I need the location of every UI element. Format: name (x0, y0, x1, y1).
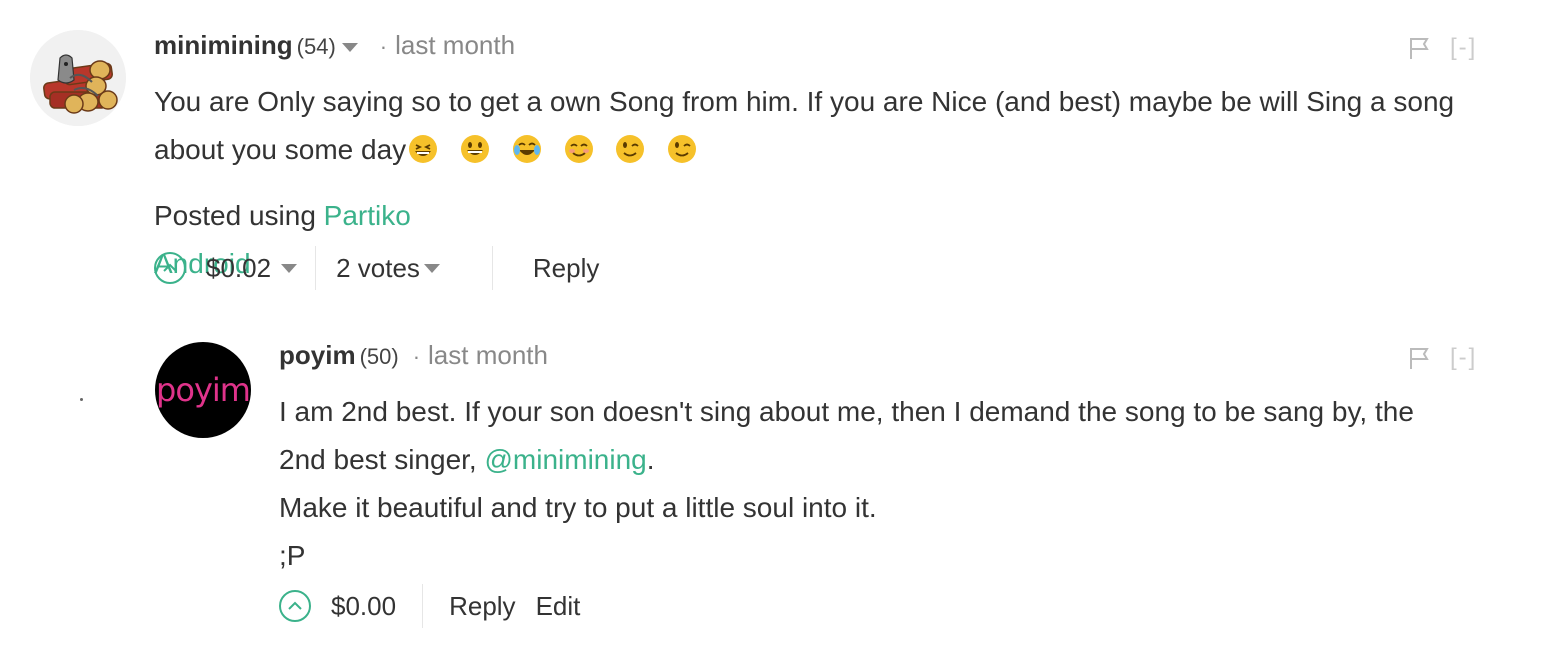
comment-line: 2nd best singer, @minimining. (279, 436, 1529, 484)
smiling-face-icon (564, 135, 593, 163)
winking-face-icon (668, 135, 697, 163)
avatar-poyim[interactable]: poyim (155, 342, 251, 438)
chevron-up-icon (163, 263, 177, 272)
comment-body: You are Only saying so to get a own Song… (154, 78, 1484, 174)
comment-footer: $0.00 Reply Edit (279, 584, 580, 628)
author-reputation: (54) (296, 34, 336, 59)
flag-icon[interactable] (1408, 346, 1430, 370)
emoji-row (408, 126, 697, 174)
comment-line: I am 2nd best. If your son doesn't sing … (279, 396, 1414, 427)
mention-link[interactable]: @minimining (484, 444, 646, 475)
separator-dot: · (379, 34, 388, 60)
avatar-logo-text: poyim (156, 371, 251, 409)
reply-button[interactable]: Reply (533, 253, 599, 284)
comment-footer: $0.02 2 votes Reply (154, 246, 599, 290)
winking-face-icon (616, 135, 645, 163)
comment-text: You are Only saying so to get a own Song… (154, 86, 1455, 165)
comment-line: ;P (279, 540, 306, 571)
grinning-squinting-face-icon (409, 135, 438, 163)
upvote-button[interactable] (154, 252, 186, 284)
edit-button[interactable]: Edit (536, 591, 581, 622)
payout-value[interactable]: $0.02 (206, 253, 271, 284)
author-reputation: (50) (359, 344, 399, 369)
comment-header: poyim (50) · last month (279, 340, 548, 371)
dynamite-logs-icon (30, 30, 126, 126)
divider (422, 584, 424, 628)
author-name[interactable]: minimining (154, 30, 293, 60)
comment-text: . (646, 444, 655, 475)
comment-text: 2nd best singer, (279, 444, 485, 475)
flag-icon[interactable] (1408, 36, 1430, 60)
chevron-down-icon[interactable] (423, 263, 440, 273)
chevron-down-icon[interactable] (341, 42, 358, 52)
chevron-up-icon (288, 601, 302, 610)
posted-using-label: Posted using (154, 200, 324, 231)
author-name[interactable]: poyim (279, 340, 356, 370)
separator-dot: · (412, 344, 421, 370)
collapse-toggle[interactable]: [-] (1450, 344, 1477, 372)
thread-indicator-dot (80, 398, 83, 401)
avatar-minimining[interactable] (30, 30, 126, 126)
grinning-face-icon (460, 135, 489, 163)
chevron-down-icon[interactable] (281, 263, 298, 273)
upvote-button[interactable] (279, 590, 311, 622)
comment-body: I am 2nd best. If your son doesn't sing … (279, 388, 1529, 580)
votes-count[interactable]: 2 votes (336, 253, 420, 284)
comment-line: Make it beautiful and try to put a littl… (279, 492, 877, 523)
comment-actions-top: [-] (1408, 344, 1477, 372)
divider (315, 246, 317, 290)
collapse-toggle[interactable]: [-] (1450, 34, 1477, 62)
face-with-tears-of-joy-icon (512, 135, 541, 163)
reply-button[interactable]: Reply (449, 591, 515, 622)
divider (491, 246, 493, 290)
payout-value[interactable]: $0.00 (331, 591, 396, 622)
comment-header: minimining (54) · last month (154, 30, 515, 61)
timestamp[interactable]: last month (395, 30, 515, 60)
comment-actions-top: [-] (1408, 34, 1477, 62)
timestamp[interactable]: last month (428, 340, 548, 370)
